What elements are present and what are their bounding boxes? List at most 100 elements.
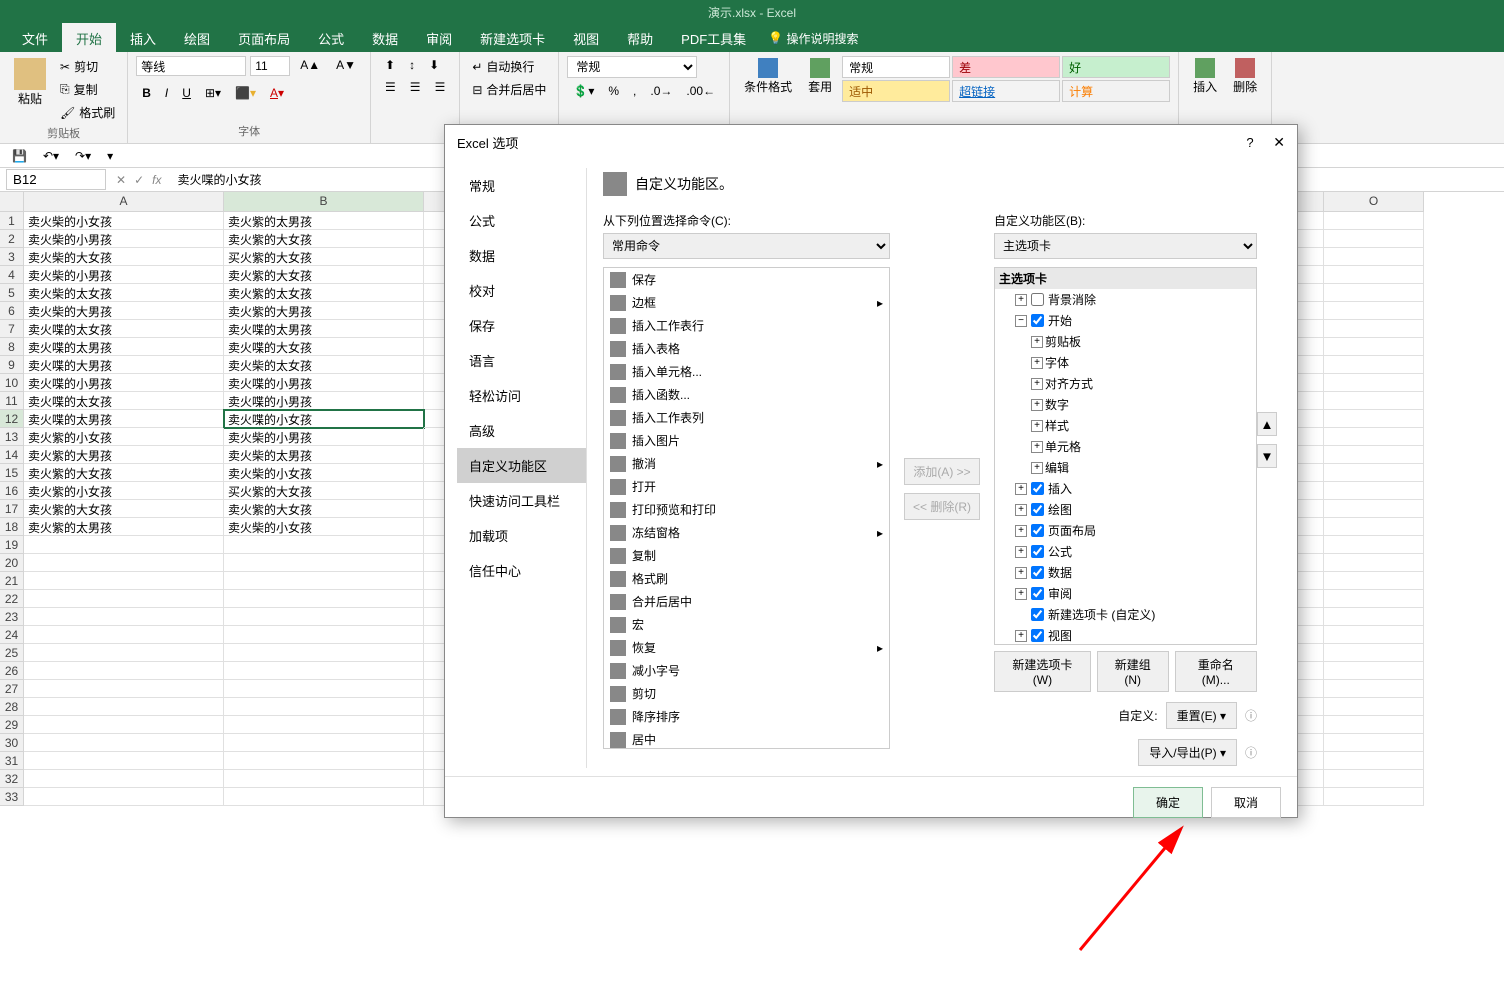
cell[interactable]	[1324, 248, 1424, 266]
tree-expand-icon[interactable]: +	[1015, 567, 1027, 579]
ribbon-tab-0[interactable]: 文件	[8, 23, 62, 54]
cell[interactable]	[1324, 320, 1424, 338]
format-painter-button[interactable]: 🖌格式刷	[56, 102, 119, 123]
column-header[interactable]: O	[1324, 192, 1424, 212]
command-item[interactable]: 居中	[604, 728, 889, 749]
tree-item[interactable]: +样式	[995, 415, 1256, 436]
column-header[interactable]: A	[24, 192, 224, 212]
ribbon-tab-7[interactable]: 审阅	[412, 23, 466, 54]
style-neutral[interactable]: 适中	[842, 80, 950, 102]
cell[interactable]	[1324, 572, 1424, 590]
cell[interactable]	[224, 572, 424, 590]
dialog-nav-item[interactable]: 加载项	[457, 518, 586, 553]
row-header[interactable]: 25	[0, 644, 24, 662]
tree-checkbox[interactable]	[1031, 545, 1044, 558]
ribbon-tab-3[interactable]: 绘图	[170, 23, 224, 54]
cell[interactable]	[24, 626, 224, 644]
tree-item[interactable]: +字体	[995, 352, 1256, 373]
cell[interactable]: 卖火紫的大女孩	[24, 500, 224, 518]
align-center-icon[interactable]: ☰	[404, 78, 427, 96]
cell[interactable]	[224, 536, 424, 554]
command-item[interactable]: 降序排序	[604, 705, 889, 728]
row-header[interactable]: 4	[0, 266, 24, 284]
cell[interactable]: 卖火柴的小女孩	[24, 212, 224, 230]
row-header[interactable]: 10	[0, 374, 24, 392]
row-header[interactable]: 6	[0, 302, 24, 320]
font-name-select[interactable]	[136, 56, 246, 76]
tree-item[interactable]: −开始	[995, 310, 1256, 331]
command-item[interactable]: 插入表格	[604, 337, 889, 360]
ribbon-tab-9[interactable]: 视图	[559, 23, 613, 54]
currency-icon[interactable]: 💲▾	[567, 82, 600, 100]
command-item[interactable]: 插入工作表列	[604, 406, 889, 429]
cell[interactable]: 卖火喋的小男孩	[224, 374, 424, 392]
style-normal[interactable]: 常规	[842, 56, 950, 78]
align-right-icon[interactable]: ☰	[429, 78, 452, 96]
ribbon-tab-5[interactable]: 公式	[304, 23, 358, 54]
cell[interactable]: 卖火喋的太女孩	[24, 320, 224, 338]
tree-item[interactable]: +对齐方式	[995, 373, 1256, 394]
row-header[interactable]: 30	[0, 734, 24, 752]
cell[interactable]: 卖火柴的大女孩	[24, 248, 224, 266]
cell[interactable]: 卖火紫的大女孩	[224, 266, 424, 284]
style-calc[interactable]: 计算	[1062, 80, 1170, 102]
cell[interactable]	[24, 788, 224, 806]
cell[interactable]	[1324, 770, 1424, 788]
row-header[interactable]: 2	[0, 230, 24, 248]
import-export-button[interactable]: 导入/导出(P) ▾	[1138, 739, 1237, 766]
cell[interactable]: 卖火柴的太男孩	[224, 446, 424, 464]
dialog-nav-item[interactable]: 轻松访问	[457, 378, 586, 413]
tree-expand-icon[interactable]: +	[1031, 357, 1043, 369]
row-header[interactable]: 29	[0, 716, 24, 734]
cell[interactable]	[1324, 734, 1424, 752]
new-group-button[interactable]: 新建组(N)	[1097, 651, 1169, 692]
tree-expand-icon[interactable]: +	[1031, 378, 1043, 390]
tree-checkbox[interactable]	[1031, 482, 1044, 495]
dialog-nav-item[interactable]: 校对	[457, 273, 586, 308]
row-header[interactable]: 7	[0, 320, 24, 338]
cell[interactable]: 卖火喋的太男孩	[24, 338, 224, 356]
command-item[interactable]: 撤消▸	[604, 452, 889, 475]
align-top-icon[interactable]: ⬆	[379, 56, 401, 74]
remove-button[interactable]: << 删除(R)	[904, 493, 980, 520]
dialog-nav-item[interactable]: 高级	[457, 413, 586, 448]
tree-expand-icon[interactable]: +	[1031, 462, 1043, 474]
row-header[interactable]: 17	[0, 500, 24, 518]
row-header[interactable]: 15	[0, 464, 24, 482]
row-header[interactable]: 26	[0, 662, 24, 680]
row-header[interactable]: 11	[0, 392, 24, 410]
ok-button[interactable]: 确定	[1133, 787, 1203, 818]
command-item[interactable]: 插入图片	[604, 429, 889, 452]
command-item[interactable]: 格式刷	[604, 567, 889, 590]
cell[interactable]	[1324, 698, 1424, 716]
choose-commands-select[interactable]: 常用命令	[603, 233, 890, 259]
align-left-icon[interactable]: ☰	[379, 78, 402, 96]
cell[interactable]: 卖火紫的太男孩	[224, 212, 424, 230]
cell[interactable]	[1324, 608, 1424, 626]
tree-checkbox[interactable]	[1031, 293, 1044, 306]
cell[interactable]	[1324, 536, 1424, 554]
cell[interactable]: 卖火喋的太女孩	[24, 392, 224, 410]
underline-button[interactable]: U	[176, 84, 197, 102]
row-header[interactable]: 16	[0, 482, 24, 500]
cell[interactable]	[1324, 644, 1424, 662]
cell[interactable]: 卖火紫的大男孩	[24, 446, 224, 464]
cell[interactable]: 买火紫的大女孩	[224, 248, 424, 266]
info-icon[interactable]: ⓘ	[1245, 707, 1257, 724]
decrease-decimal-icon[interactable]: .00←	[680, 82, 721, 100]
cell[interactable]	[1324, 356, 1424, 374]
tree-expand-icon[interactable]: +	[1015, 630, 1027, 642]
ribbon-tree[interactable]: 主选项卡+背景消除−开始+剪贴板+字体+对齐方式+数字+样式+单元格+编辑+插入…	[994, 267, 1257, 645]
cell[interactable]	[24, 716, 224, 734]
redo-qat-button[interactable]: ↷▾	[71, 147, 95, 165]
cell[interactable]	[224, 554, 424, 572]
tree-checkbox[interactable]	[1031, 503, 1044, 516]
row-header[interactable]: 13	[0, 428, 24, 446]
tree-item[interactable]: +公式	[995, 541, 1256, 562]
tree-item[interactable]: +数据	[995, 562, 1256, 583]
row-header[interactable]: 1	[0, 212, 24, 230]
select-all-corner[interactable]	[0, 192, 24, 212]
cell[interactable]	[1324, 410, 1424, 428]
row-header[interactable]: 3	[0, 248, 24, 266]
tree-item[interactable]: +插入	[995, 478, 1256, 499]
